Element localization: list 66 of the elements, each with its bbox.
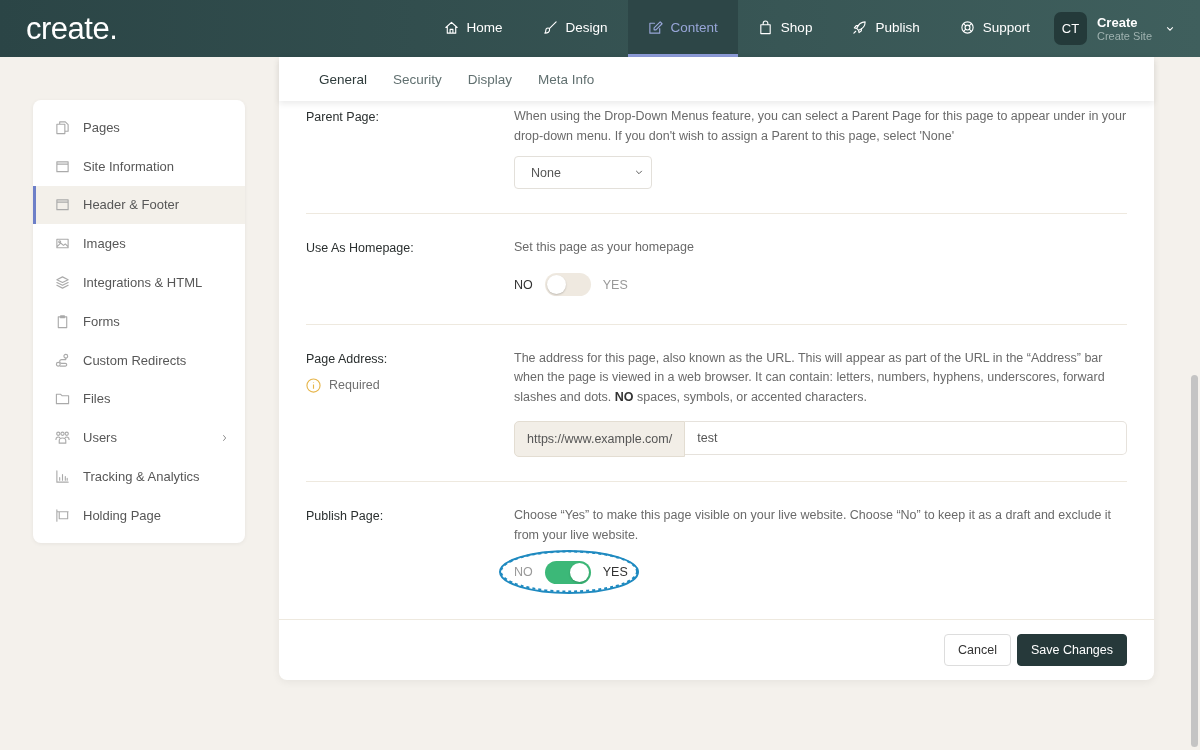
sidebar-item[interactable]: Holding Page [33,495,245,535]
nav-tab[interactable]: Shop [737,0,833,57]
save-button[interactable]: Save Changes [1017,634,1127,666]
pencil-icon [647,19,663,35]
no-label: NO [514,277,533,292]
clipboard-icon [55,313,70,329]
caret-icon [1166,25,1174,32]
tab[interactable]: General [319,71,368,87]
nav-tab[interactable]: Content [627,0,738,57]
nav-tab[interactable]: Design [522,0,628,57]
tab[interactable]: Security [393,71,442,87]
cancel-button[interactable]: Cancel [944,634,1011,666]
tab[interactable]: Display [467,71,513,87]
field-description: When using the Drop-Down Menus feature, you can select a Parent Page for this page to appear under in your drop-down menu. If you don't wish to assign a Parent to this page, select 'None' [514,108,1127,145]
rocket-icon [852,19,868,35]
no-label: NO [514,565,533,579]
folder-icon [55,391,70,407]
window-icon [55,197,70,213]
route-icon [55,352,70,368]
yes-label: YES [602,277,628,292]
field-label: Parent Page: [306,110,379,124]
pages-icon [55,119,70,135]
yes-label: YES [602,565,628,579]
chart-icon [55,469,70,485]
nav-tab[interactable]: Publish [832,0,940,57]
users-icon [55,430,70,446]
sidebar-item[interactable]: Integrations & HTML [33,263,245,302]
sidebar-item[interactable]: Files [33,379,245,419]
parent-page-select[interactable]: None [514,156,652,189]
required-note: Required [329,378,380,392]
caret-icon [635,170,643,175]
url-prefix: https://www.example.com/ [514,421,686,457]
toggle-switch[interactable] [544,273,591,296]
field-description: The address for this page, also known as the URL. This will appear as part of the URL in the “Address” bar when the page is viewed in a web browser. It can contain: letters, numbers, hyphens, underscores, forward slashes and dots. NO spaces, symbols, or accented characters. [514,349,1106,406]
window-icon [55,158,70,174]
sidebar-item[interactable]: Images [33,224,245,264]
field-description: Set this page as your homepage [514,239,695,256]
sidebar-item[interactable]: Forms [33,302,245,341]
sidebar-item[interactable]: Header & Footer [33,185,245,225]
tab[interactable]: Meta Info [538,71,595,87]
brush-icon [542,19,558,35]
field-label: Page Address: [306,351,388,366]
home-icon [443,19,459,35]
account-subtitle: Create Site [1096,30,1152,42]
scrollbar[interactable] [1191,375,1198,747]
nav-tab[interactable]: Home [423,0,523,57]
bag-icon [757,19,773,35]
logo: create. [26,10,118,47]
page-address-field[interactable]: test [685,421,1127,455]
sidebar-item[interactable]: Tracking & Analytics [33,457,245,496]
sidebar-item[interactable]: Users [33,418,245,458]
sidebar-item[interactable]: Pages [33,108,245,147]
flag-icon [55,507,70,523]
field-label: Use As Homepage: [306,241,414,255]
lifebuoy-icon [959,19,975,35]
sidebar-item[interactable]: Custom Redirects [33,340,245,380]
layers-icon [55,275,70,291]
avatar: CT [1053,12,1087,45]
toggle-switch[interactable] [544,560,591,584]
nav-tab[interactable]: Support [939,0,1050,57]
account-name: Create [1096,15,1138,30]
account-menu[interactable]: CT Create Create Site [1053,12,1174,45]
field-description: Choose “Yes” to make this page visible on your live website. Choose “No” to keep it as a draft and exclude it from your live website. [514,507,1113,544]
field-label: Publish Page: [306,509,384,523]
info-icon [306,377,321,393]
sidebar-item[interactable]: Site Information [33,146,245,186]
